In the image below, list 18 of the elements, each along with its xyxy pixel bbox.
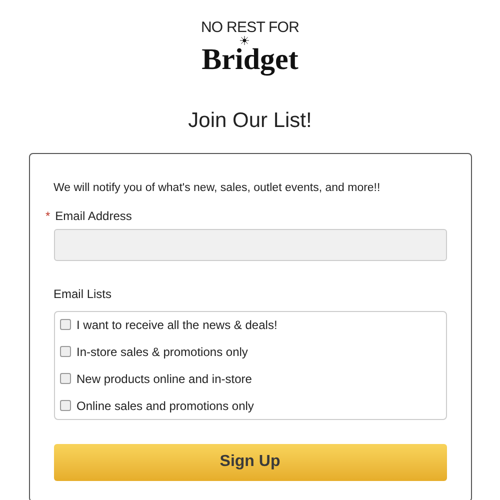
- page-title: Join Our List!: [188, 108, 312, 134]
- checkbox[interactable]: [60, 346, 70, 358]
- logo-tagline: NO REST FOR: [200, 20, 300, 36]
- logo-wordmark: Bridget: [202, 45, 298, 75]
- email-field[interactable]: [54, 228, 446, 261]
- checkbox[interactable]: [60, 373, 70, 384]
- checkbox[interactable]: [60, 319, 70, 330]
- intro-text: We will notify you of what's new, sales, outlet events, and more!!: [54, 180, 382, 196]
- option-label: Online sales and promotions only: [76, 398, 254, 415]
- email-label: Email Address: [55, 208, 132, 225]
- option-label: I want to receive all the news & deals!: [76, 316, 278, 334]
- required-mark: *: [46, 208, 50, 225]
- option-label: New products online and in-store: [76, 370, 252, 388]
- email-lists-label: Email Lists: [54, 286, 113, 303]
- sign-up-button[interactable]: Sign Up: [54, 444, 446, 481]
- option-label: In-store sales & promotions only: [76, 344, 248, 361]
- star-icon: [240, 36, 249, 45]
- checkbox[interactable]: [60, 400, 70, 412]
